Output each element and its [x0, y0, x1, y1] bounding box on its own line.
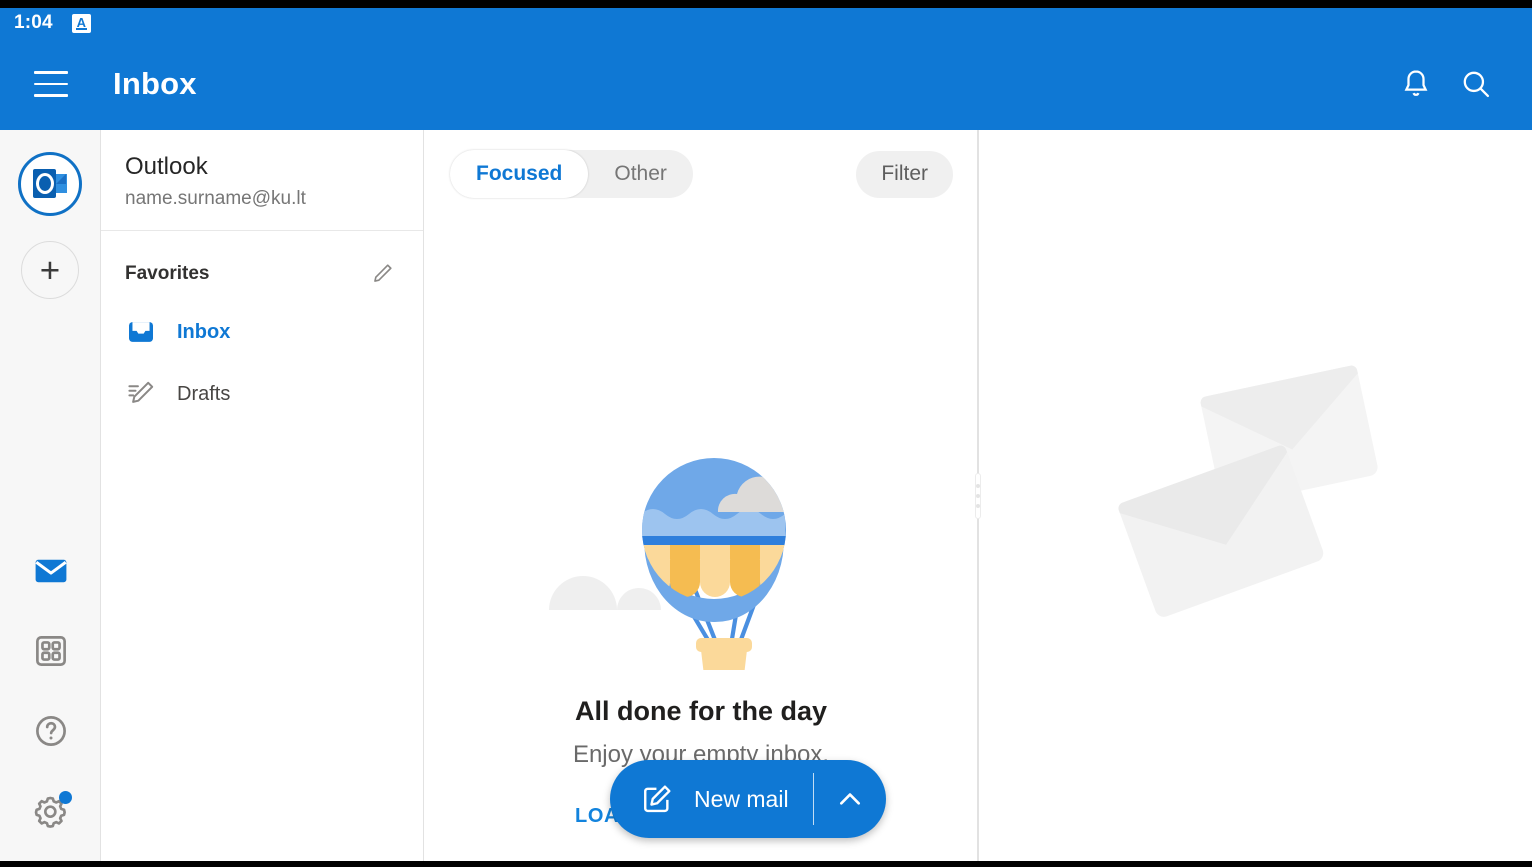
hot-air-balloon-illustration	[541, 430, 861, 688]
outlook-account-avatar[interactable]	[18, 152, 82, 216]
settings-gear-icon[interactable]	[11, 771, 91, 851]
bell-icon[interactable]	[1386, 54, 1446, 114]
drag-handle-dots-icon[interactable]	[975, 472, 981, 519]
favorites-label: Favorites	[125, 263, 210, 284]
app-bar: Inbox	[0, 38, 1532, 130]
page-title: Inbox	[113, 66, 197, 101]
tab-other[interactable]: Other	[588, 150, 693, 198]
sidebar-item-label: Drafts	[177, 382, 231, 405]
status-bar-clock: 1:04	[14, 12, 53, 33]
hamburger-menu-icon[interactable]	[23, 56, 79, 112]
app-body: + Outlook name.surname@ku.lt Favorites I…	[0, 130, 1532, 861]
search-icon[interactable]	[1446, 54, 1506, 114]
account-switcher[interactable]: Outlook name.surname@ku.lt	[101, 130, 423, 231]
account-name: Outlook	[125, 153, 208, 180]
empty-state-title: All done for the day	[574, 696, 828, 726]
sidebar-item-label: Inbox	[177, 320, 231, 343]
favorites-header: Favorites	[101, 231, 423, 301]
sidebar-item-drafts[interactable]: Drafts	[101, 363, 423, 425]
compose-pencil-icon	[644, 785, 671, 813]
add-account-button[interactable]: +	[21, 241, 79, 299]
reading-pane	[978, 130, 1532, 861]
sidebar-item-inbox[interactable]: Inbox	[101, 301, 423, 363]
folder-pane: Outlook name.surname@ku.lt Favorites Inb…	[101, 130, 424, 861]
status-bar: 1:04 A	[0, 8, 1532, 38]
message-list-pane: Focused Other Filter All done for the da…	[424, 130, 978, 861]
new-mail-label: New mail	[694, 785, 789, 812]
pencil-edit-icon[interactable]	[365, 257, 399, 291]
outlook-logo-icon	[33, 169, 67, 199]
help-icon[interactable]	[11, 691, 91, 771]
left-navigation-rail: +	[0, 130, 101, 861]
status-bar-top-black	[0, 0, 1532, 8]
pane-splitter[interactable]	[975, 130, 981, 861]
focused-other-toggle: Focused Other	[450, 150, 693, 198]
filter-button[interactable]: Filter	[856, 150, 953, 198]
two-envelopes-illustration	[1110, 346, 1410, 626]
chevron-up-icon[interactable]	[814, 760, 886, 838]
new-mail-button[interactable]: New mail	[610, 760, 813, 838]
mail-icon[interactable]	[11, 531, 91, 611]
rail-bottom-group	[0, 531, 101, 851]
tab-focused[interactable]: Focused	[450, 150, 589, 198]
apps-grid-icon[interactable]	[11, 611, 91, 691]
outlook-app-window: 1:04 A Inbox + Outlook name.surname@ku.l…	[0, 0, 1532, 867]
inbox-tray-icon	[125, 316, 165, 348]
message-list-toolbar: Focused Other Filter	[424, 130, 977, 198]
status-icon-letter: A	[76, 15, 87, 30]
drafts-pencil-icon	[125, 378, 165, 410]
account-email: name.surname@ku.lt	[125, 188, 306, 209]
new-mail-fab[interactable]: New mail	[610, 760, 887, 838]
settings-badge-dot	[58, 791, 72, 804]
outlook-logo-o	[33, 169, 56, 198]
outlook-status-icon: A	[71, 13, 91, 33]
bottom-black-bar	[0, 861, 1532, 867]
